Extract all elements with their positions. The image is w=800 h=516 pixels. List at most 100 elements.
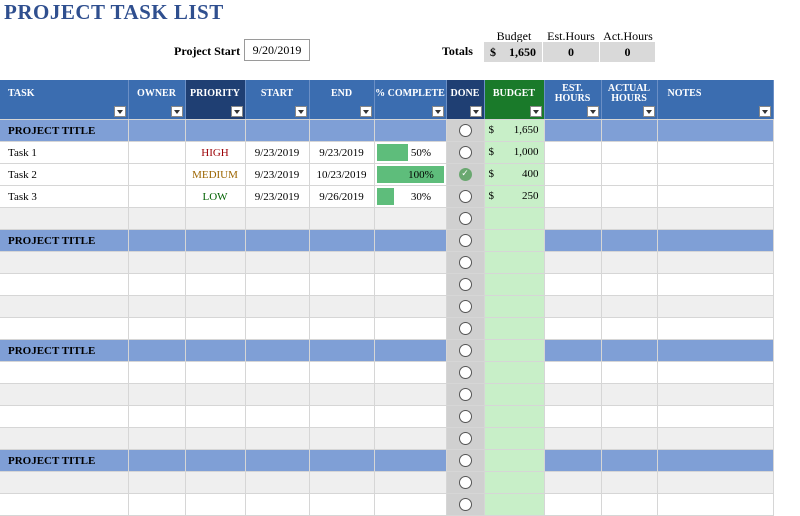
section-title[interactable]: PROJECT TITLE (0, 119, 129, 142)
filter-dropdown-icon[interactable] (113, 106, 126, 117)
col-notes[interactable]: NOTES (657, 80, 774, 120)
complete-value: 50% (410, 146, 432, 159)
done-toggle[interactable] (458, 344, 472, 357)
priority-cell[interactable]: HIGH (185, 141, 246, 164)
done-toggle[interactable] (458, 388, 472, 401)
project-start-input[interactable]: 9/20/2019 (244, 39, 310, 61)
done-toggle[interactable] (458, 366, 472, 379)
complete-cell[interactable]: 50% (374, 141, 447, 164)
project-start-label: Project Start (174, 44, 241, 58)
col-actual-hours[interactable]: ACTUAL HOURS (601, 80, 658, 120)
owner-cell[interactable] (128, 163, 186, 186)
table-row (0, 361, 774, 384)
task-name[interactable]: Task 3 (0, 185, 129, 208)
col-notes-label: NOTES (667, 88, 702, 99)
owner-cell[interactable] (128, 141, 186, 164)
done-toggle[interactable] (458, 256, 472, 269)
section-row: PROJECT TITLE (0, 449, 774, 472)
col-start[interactable]: START (245, 80, 310, 120)
col-budget-label: BUDGET (492, 88, 536, 99)
check-icon[interactable]: ✓ (458, 168, 472, 181)
totals-act-value: 0 (600, 42, 655, 62)
col-budget[interactable]: BUDGET (484, 80, 545, 120)
done-toggle[interactable] (458, 410, 472, 423)
section-row: PROJECT TITLE (0, 229, 774, 252)
section-row: PROJECT TITLE $1,650 (0, 119, 774, 142)
section-title[interactable]: PROJECT TITLE (0, 339, 129, 362)
done-toggle[interactable] (458, 190, 472, 203)
filter-dropdown-icon[interactable] (230, 106, 243, 117)
col-start-label: START (260, 88, 294, 99)
done-toggle[interactable] (458, 234, 472, 247)
done-toggle[interactable] (458, 124, 472, 137)
table-row (0, 405, 774, 428)
done-toggle[interactable] (458, 454, 472, 467)
page-title: PROJECT TASK LIST (4, 0, 224, 24)
col-task[interactable]: TASK (0, 80, 129, 120)
filter-dropdown-icon[interactable] (642, 106, 655, 117)
col-owner[interactable]: OWNER (128, 80, 186, 120)
filter-dropdown-icon[interactable] (294, 106, 307, 117)
table-row (0, 493, 774, 516)
col-end[interactable]: END (309, 80, 375, 120)
task-name[interactable]: Task 1 (0, 141, 129, 164)
table-row (0, 295, 774, 318)
priority-cell[interactable]: MEDIUM (185, 163, 246, 186)
section-title[interactable]: PROJECT TITLE (0, 449, 129, 472)
start-cell[interactable]: 9/23/2019 (245, 185, 310, 208)
currency-symbol: $ (488, 146, 495, 158)
filter-dropdown-icon[interactable] (586, 106, 599, 117)
col-priority-label: PRIORITY (189, 88, 240, 99)
done-toggle[interactable] (458, 476, 472, 489)
col-complete[interactable]: % COMPLETE (374, 80, 447, 120)
section-budget: 1,650 (513, 124, 539, 136)
end-cell[interactable]: 10/23/2019 (309, 163, 375, 186)
done-toggle[interactable] (458, 278, 472, 291)
totals-est-value: 0 (543, 42, 599, 62)
col-owner-label: OWNER (137, 88, 176, 99)
table-row (0, 317, 774, 340)
col-task-label: TASK (8, 88, 35, 99)
table-row (0, 251, 774, 274)
col-done-label: DONE (450, 88, 480, 99)
task-budget: 1,000 (513, 146, 539, 158)
owner-cell[interactable] (128, 185, 186, 208)
section-title[interactable]: PROJECT TITLE (0, 229, 129, 252)
priority-cell[interactable]: LOW (185, 185, 246, 208)
currency-symbol: $ (488, 190, 495, 202)
task-name[interactable]: Task 2 (0, 163, 129, 186)
task-budget: 250 (522, 190, 539, 202)
col-done[interactable]: DONE (446, 80, 485, 120)
filter-dropdown-icon[interactable] (359, 106, 372, 117)
totals-currency: $ (490, 45, 496, 59)
filter-dropdown-icon[interactable] (758, 106, 771, 117)
col-est-label: EST. HOURS (554, 83, 591, 104)
col-complete-label: % COMPLETE (375, 88, 445, 99)
filter-dropdown-icon[interactable] (170, 106, 183, 117)
table-row (0, 427, 774, 450)
filter-dropdown-icon[interactable] (469, 106, 482, 117)
filter-dropdown-icon[interactable] (529, 106, 542, 117)
col-actual-label: ACTUAL HOURS (607, 83, 651, 104)
end-cell[interactable]: 9/23/2019 (309, 141, 375, 164)
done-toggle[interactable] (458, 146, 472, 159)
done-toggle[interactable] (458, 212, 472, 225)
end-cell[interactable]: 9/26/2019 (309, 185, 375, 208)
totals-label: Totals (442, 44, 473, 58)
complete-cell[interactable]: 100% (374, 163, 447, 186)
totals-budget-value: $ 1,650 (484, 42, 542, 62)
start-cell[interactable]: 9/23/2019 (245, 141, 310, 164)
filter-dropdown-icon[interactable] (431, 106, 444, 117)
done-toggle[interactable] (458, 300, 472, 313)
col-est-hours[interactable]: EST. HOURS (544, 80, 602, 120)
task-budget: 400 (522, 168, 539, 180)
table-row: Task 1 HIGH 9/23/2019 9/23/2019 50% $1,0… (0, 141, 774, 164)
task-table: TASK OWNER PRIORITY START END % COMPLETE… (0, 80, 774, 516)
complete-cell[interactable]: 30% (374, 185, 447, 208)
done-toggle[interactable] (458, 322, 472, 335)
start-cell[interactable]: 9/23/2019 (245, 163, 310, 186)
table-row (0, 207, 774, 230)
totals-budget-amount: 1,650 (509, 45, 536, 59)
col-priority[interactable]: PRIORITY (185, 80, 246, 120)
done-toggle[interactable] (458, 432, 472, 445)
